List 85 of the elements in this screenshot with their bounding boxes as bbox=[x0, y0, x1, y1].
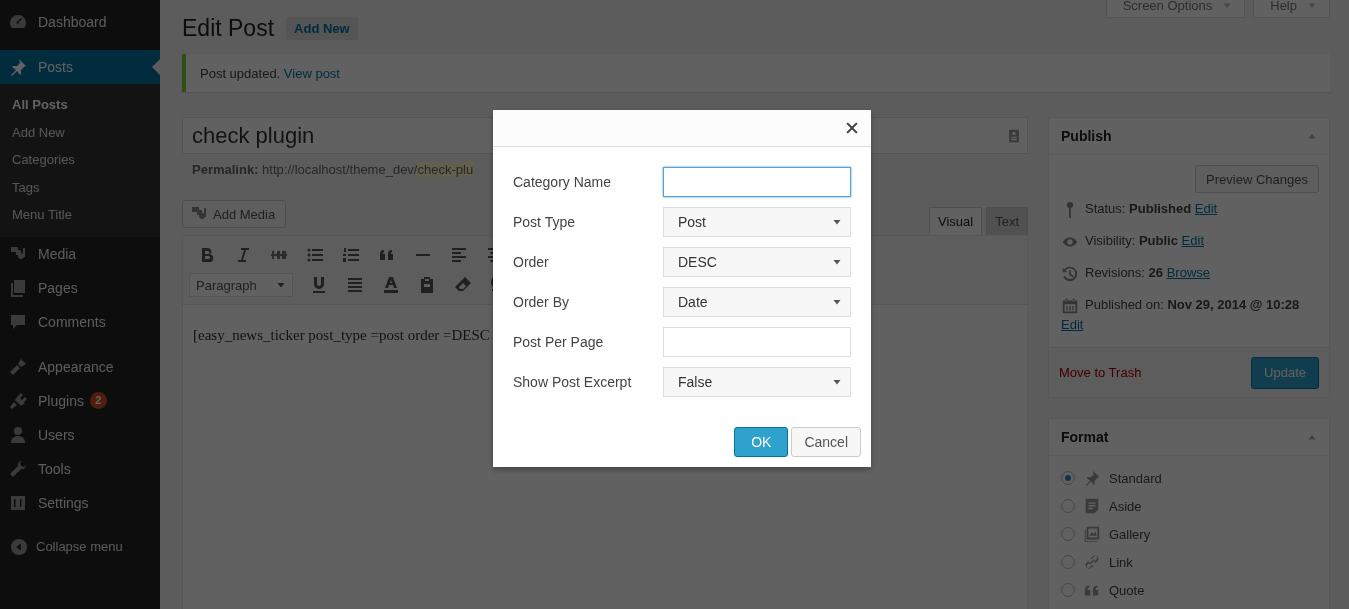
format-option-label[interactable]: Link bbox=[1109, 554, 1133, 570]
update-button[interactable]: Update bbox=[1251, 356, 1319, 389]
sidebar-item[interactable]: Posts bbox=[0, 50, 160, 84]
sidebar-item[interactable]: Dashboard bbox=[0, 5, 160, 39]
editor-content: [easy_news_ticker post_type =post order =DESC bbox=[193, 327, 490, 344]
move-to-trash-link[interactable]: Move to Trash bbox=[1059, 365, 1142, 380]
cancel-button[interactable]: Cancel bbox=[791, 427, 861, 457]
add-new-button[interactable]: Add New bbox=[286, 16, 358, 40]
permalink-slug[interactable]: check-plu bbox=[417, 162, 474, 177]
radio-button[interactable] bbox=[1061, 555, 1075, 569]
format-option-label[interactable]: Quote bbox=[1109, 582, 1145, 598]
wrench-icon bbox=[8, 458, 28, 479]
preview-changes-button[interactable]: Preview Changes bbox=[1195, 165, 1319, 193]
field-label: Show Post Excerpt bbox=[513, 374, 633, 390]
dropdown[interactable]: Date bbox=[663, 287, 851, 317]
notice-text: Post updated. bbox=[200, 65, 281, 81]
status-text: Revisions: 26 bbox=[1085, 265, 1164, 280]
sidebar-item[interactable]: Settings bbox=[0, 485, 160, 520]
field-label: Order By bbox=[513, 294, 570, 310]
ok-button[interactable]: OK bbox=[734, 427, 789, 457]
gallery-icon bbox=[1083, 525, 1101, 543]
pin-icon bbox=[1083, 469, 1101, 487]
page-title: Edit Post bbox=[182, 14, 275, 43]
field-label: Category Name bbox=[513, 174, 613, 190]
collapse-menu-button[interactable]: Collapse menu bbox=[0, 529, 160, 564]
field-label: Order bbox=[513, 254, 550, 270]
sidebar-item[interactable]: Plugins 2 bbox=[0, 383, 160, 418]
radio-button[interactable] bbox=[1061, 499, 1075, 513]
format-option-label[interactable]: Standard bbox=[1109, 470, 1162, 486]
edit-link[interactable]: Edit bbox=[1181, 233, 1204, 248]
user-icon bbox=[8, 424, 28, 445]
submenu-item[interactable]: Menu Title bbox=[0, 201, 160, 229]
align-left-icon bbox=[449, 245, 469, 265]
collapse-arrow-icon bbox=[10, 537, 28, 556]
status-text: Visibility: Public bbox=[1085, 233, 1178, 248]
justify-icon bbox=[345, 275, 365, 295]
dropdown[interactable]: DESC bbox=[663, 247, 851, 277]
edit-link[interactable]: Edit bbox=[1194, 201, 1218, 216]
edit-link[interactable]: Browse bbox=[1166, 265, 1211, 280]
text-color-icon bbox=[381, 275, 401, 295]
submenu-item[interactable]: Add New bbox=[0, 118, 160, 146]
link-icon bbox=[1083, 553, 1101, 571]
caret-icon bbox=[276, 280, 286, 290]
editor-tab[interactable]: Visual bbox=[928, 207, 983, 235]
format-option-label[interactable]: Aside bbox=[1109, 498, 1142, 514]
calendar-icon bbox=[1061, 296, 1079, 315]
text-field[interactable] bbox=[663, 167, 851, 197]
contact-card-icon bbox=[1007, 127, 1021, 144]
dropdown[interactable]: False bbox=[663, 367, 851, 397]
edit-link[interactable]: Edit bbox=[1061, 317, 1084, 332]
sidebar-item[interactable]: Appearance bbox=[0, 349, 160, 384]
sidebar-item[interactable]: Tools bbox=[0, 451, 160, 486]
status-text: Status: Published bbox=[1085, 201, 1192, 216]
pages-icon bbox=[8, 277, 28, 298]
dropdown[interactable]: Post bbox=[663, 207, 851, 237]
add-media-button[interactable]: Add Media bbox=[182, 200, 287, 228]
field-label: Post Per Page bbox=[513, 334, 605, 350]
status-text: Published on: Nov 29, 2014 @ 10:28 bbox=[1085, 297, 1300, 312]
view-post-link[interactable]: View post bbox=[283, 65, 340, 81]
field-label: Post Type bbox=[513, 214, 576, 230]
sidebar-item[interactable]: Users bbox=[0, 417, 160, 452]
submenu-item[interactable]: Tags bbox=[0, 173, 160, 201]
panel-title: Publish bbox=[1061, 128, 1112, 144]
radio-button[interactable] bbox=[1061, 471, 1075, 485]
submenu-item[interactable]: Categories bbox=[0, 146, 160, 174]
numbered-list-icon bbox=[341, 245, 361, 265]
plug-icon bbox=[8, 390, 28, 411]
sidebar-item[interactable]: Comments bbox=[0, 304, 160, 339]
caret-icon bbox=[832, 257, 842, 267]
sidebar-item[interactable]: Pages bbox=[0, 270, 160, 305]
radio-button[interactable] bbox=[1061, 527, 1075, 541]
caret-icon bbox=[832, 297, 842, 307]
caret-icon bbox=[832, 377, 842, 387]
submenu-item[interactable]: All Posts bbox=[0, 91, 160, 119]
panel-title: Format bbox=[1061, 429, 1109, 445]
note-icon bbox=[1083, 497, 1101, 515]
count-badge: 2 bbox=[89, 392, 107, 409]
paintbrush-icon bbox=[8, 356, 28, 377]
close-icon[interactable] bbox=[845, 121, 859, 135]
caret-icon bbox=[832, 217, 842, 227]
history-icon bbox=[1061, 264, 1079, 283]
format-dropdown[interactable]: Paragraph bbox=[189, 273, 293, 297]
horizontal-line-icon bbox=[416, 254, 430, 256]
radio-button[interactable] bbox=[1061, 583, 1075, 597]
format-option-label[interactable]: Gallery bbox=[1109, 526, 1151, 542]
